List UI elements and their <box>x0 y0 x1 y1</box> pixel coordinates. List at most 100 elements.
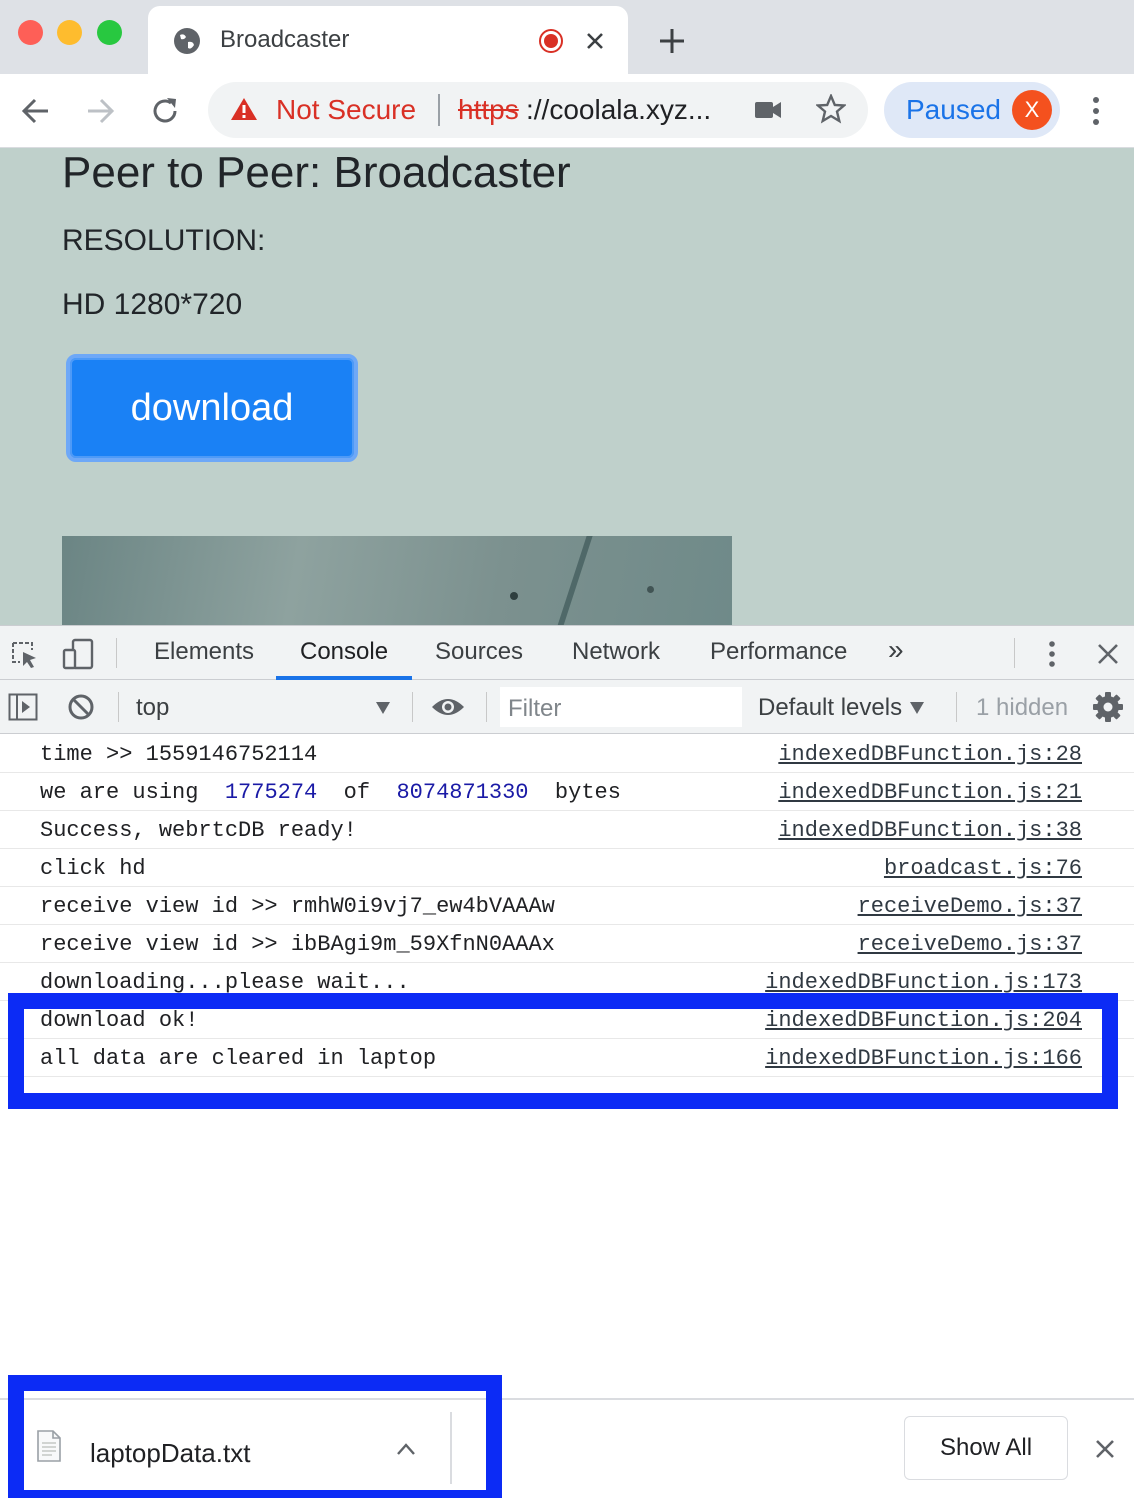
tab-network[interactable]: Network <box>572 638 660 666</box>
devtools-close-icon[interactable] <box>1096 642 1120 666</box>
source-link[interactable]: indexedDBFunction.js:166 <box>765 1046 1082 1071</box>
filter-placeholder: Filter <box>508 695 562 722</box>
console-row: receive view id >> ibBAgi9m_59XfnN0AAAx … <box>0 925 1134 963</box>
clear-console-icon[interactable] <box>66 692 96 722</box>
console-message: click hd <box>40 856 146 881</box>
console-row: time >> 1559146752114 indexedDBFunction.… <box>0 735 1134 773</box>
toolbar-separator <box>486 692 487 722</box>
recording-icon <box>539 29 563 53</box>
message-number: 8074871330 <box>396 780 529 805</box>
reload-icon[interactable] <box>148 94 182 128</box>
toolbar-separator <box>1014 638 1015 668</box>
source-link[interactable]: broadcast.js:76 <box>884 856 1082 881</box>
devtools-menu-icon[interactable] <box>1042 638 1062 670</box>
message-number: 1775274 <box>224 780 318 805</box>
toolbar-separator <box>956 692 957 722</box>
browser-tab[interactable]: Broadcaster <box>148 6 628 74</box>
console-row: Success, webrtcDB ready! indexedDBFuncti… <box>0 811 1134 849</box>
device-toolbar-icon[interactable] <box>62 638 94 670</box>
address-bar[interactable]: Not Secure https ://coolala.xyz... <box>208 82 868 138</box>
web-page: Peer to Peer: Broadcaster RESOLUTION: HD… <box>0 148 1134 625</box>
tab-performance[interactable]: Performance <box>710 638 847 666</box>
filter-input[interactable]: Filter <box>500 687 742 727</box>
console-message: downloading...please wait... <box>40 970 410 995</box>
console-message: download ok! <box>40 1008 199 1033</box>
globe-icon <box>174 28 200 54</box>
download-button[interactable]: download <box>66 354 358 462</box>
console-message: receive view id >> rmhW0i9vj7_ew4bVAAAw <box>40 894 555 919</box>
message-text: bytes <box>528 780 621 805</box>
hidden-count: 1 hidden <box>976 694 1069 721</box>
source-link[interactable]: indexedDBFunction.js:21 <box>778 780 1082 805</box>
file-icon <box>37 1430 61 1462</box>
show-sidebar-icon[interactable] <box>8 693 38 721</box>
source-link[interactable]: indexedDBFunction.js:38 <box>778 818 1082 843</box>
tab-sources[interactable]: Sources <box>435 638 523 666</box>
profile-paused-button[interactable]: Paused X <box>884 82 1060 138</box>
context-value: top <box>136 694 170 721</box>
source-link[interactable]: receiveDemo.js:37 <box>858 894 1082 919</box>
tab-console[interactable]: Console <box>300 638 388 666</box>
message-text: we are using <box>40 780 225 805</box>
new-tab-icon[interactable] <box>658 27 686 55</box>
eye-icon[interactable] <box>430 696 466 718</box>
close-window-button[interactable] <box>18 20 43 45</box>
console-log: time >> 1559146752114 indexedDBFunction.… <box>0 735 1134 1077</box>
levels-dropdown[interactable]: Default levels <box>750 686 940 728</box>
tab-title: Broadcaster <box>220 26 350 53</box>
not-secure-label[interactable]: Not Secure <box>276 94 416 126</box>
console-message: receive view id >> ibBAgi9m_59XfnN0AAAx <box>40 932 555 957</box>
warning-icon <box>231 98 257 120</box>
bookmark-star-icon[interactable] <box>816 94 846 124</box>
camera-icon[interactable] <box>754 99 782 121</box>
download-item-divider <box>450 1412 452 1484</box>
source-link[interactable]: indexedDBFunction.js:173 <box>765 970 1082 995</box>
settings-gear-icon[interactable] <box>1092 691 1124 723</box>
download-item[interactable]: laptopData.txt <box>22 1408 452 1488</box>
download-file-name: laptopData.txt <box>90 1438 251 1468</box>
toolbar-separator <box>412 692 413 722</box>
source-link[interactable]: indexedDBFunction.js:204 <box>765 1008 1082 1033</box>
inspect-element-icon[interactable] <box>10 640 40 670</box>
chevron-up-icon[interactable] <box>396 1442 416 1456</box>
url-scheme: https <box>458 94 519 125</box>
tab-strip: Broadcaster <box>0 0 1134 74</box>
maximize-window-button[interactable] <box>97 20 122 45</box>
downloads-bar: laptopData.txt Show All <box>0 1398 1134 1498</box>
console-row: click hd broadcast.js:76 <box>0 849 1134 887</box>
devtools-tab-bar: Elements Console Sources Network Perform… <box>0 626 1134 680</box>
back-icon[interactable] <box>20 96 52 126</box>
browser-toolbar: Not Secure https ://coolala.xyz... Pause… <box>0 74 1134 148</box>
console-row: receive view id >> rmhW0i9vj7_ew4bVAAAw … <box>0 887 1134 925</box>
toolbar-separator <box>116 638 117 668</box>
minimize-window-button[interactable] <box>57 20 82 45</box>
forward-icon[interactable] <box>84 96 116 126</box>
resolution-label: RESOLUTION: <box>62 224 266 257</box>
resolution-value: HD 1280*720 <box>62 288 243 321</box>
more-tabs-icon[interactable]: » <box>888 634 904 666</box>
console-row: all data are cleared in laptop indexedDB… <box>0 1039 1134 1077</box>
toolbar-separator <box>118 692 119 722</box>
message-text: of <box>317 780 397 805</box>
page-title: Peer to Peer: Broadcaster <box>62 148 571 197</box>
devtools-panel: Elements Console Sources Network Perform… <box>0 625 1134 1398</box>
tab-elements[interactable]: Elements <box>154 638 254 666</box>
levels-label: Default levels <box>758 694 903 721</box>
avatar: X <box>1012 90 1052 130</box>
console-row: download ok! indexedDBFunction.js:204 <box>0 1001 1134 1039</box>
console-row: we are using 1775274 of 8074871330 bytes… <box>0 773 1134 811</box>
context-selector[interactable]: top <box>126 686 406 728</box>
source-link[interactable]: receiveDemo.js:37 <box>858 932 1082 957</box>
console-message: Success, webrtcDB ready! <box>40 818 357 843</box>
console-message: time >> 1559146752114 <box>40 742 318 767</box>
console-message: all data are cleared in laptop <box>40 1046 437 1071</box>
console-message: we are using 1775274 of 8074871330 bytes <box>40 780 621 805</box>
console-row: downloading...please wait... indexedDBFu… <box>0 963 1134 1001</box>
show-all-button[interactable]: Show All <box>904 1416 1068 1480</box>
paused-label: Paused <box>906 94 1001 125</box>
tab-close-icon[interactable] <box>584 30 606 52</box>
close-downloads-icon[interactable] <box>1094 1438 1116 1460</box>
chevron-down-icon <box>910 702 924 714</box>
source-link[interactable]: indexedDBFunction.js:28 <box>778 742 1082 767</box>
chrome-menu-icon[interactable] <box>1086 94 1106 128</box>
